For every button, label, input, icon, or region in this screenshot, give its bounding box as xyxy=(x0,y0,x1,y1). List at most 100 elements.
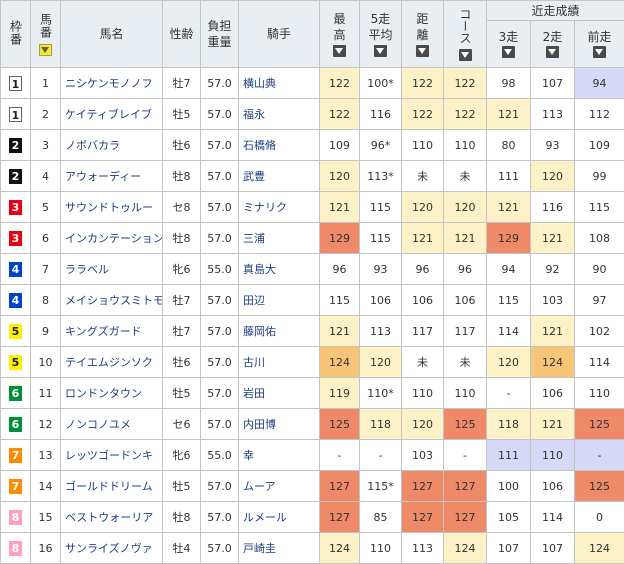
horse-name-link[interactable]: サウンドトゥルー xyxy=(61,192,163,223)
table-row: 3 6 インカンテーション 牡8 57.0 三浦 129 115 121 121… xyxy=(1,223,624,254)
sex-age-cell: 牡5 xyxy=(163,471,201,502)
header-weight: 負担重量 xyxy=(201,1,239,68)
umaban-cell: 13 xyxy=(31,440,61,471)
jockey-link[interactable]: 横山典 xyxy=(239,68,320,99)
avg5-cell: 115 xyxy=(360,192,402,223)
waku-cell: 7 xyxy=(1,471,31,502)
best-cell: 120 xyxy=(320,161,360,192)
horse-name-link[interactable]: メイショウスミトモ xyxy=(61,285,163,316)
sort-down-icon[interactable] xyxy=(374,45,387,57)
weight-cell: 55.0 xyxy=(201,254,239,285)
sort-down-icon[interactable] xyxy=(546,46,559,58)
jockey-link[interactable]: 幸 xyxy=(239,440,320,471)
distance-cell: 110 xyxy=(402,130,444,161)
horse-name-link[interactable]: ゴールドドリーム xyxy=(61,471,163,502)
best-cell: 124 xyxy=(320,533,360,564)
waku-badge: 6 xyxy=(9,417,22,432)
header-distance[interactable]: 距離 xyxy=(402,1,444,68)
waku-cell: 7 xyxy=(1,440,31,471)
horse-name-link[interactable]: ケイティブレイブ xyxy=(61,99,163,130)
sex-age-cell: 牡8 xyxy=(163,161,201,192)
jockey-link[interactable]: 三浦 xyxy=(239,223,320,254)
umaban-cell: 14 xyxy=(31,471,61,502)
horse-name-link[interactable]: ベストウォーリア xyxy=(61,502,163,533)
header-r2[interactable]: 2走 xyxy=(531,21,575,68)
avg5-cell: 120 xyxy=(360,347,402,378)
distance-cell: 120 xyxy=(402,192,444,223)
waku-cell: 5 xyxy=(1,347,31,378)
jockey-link[interactable]: 藤岡佑 xyxy=(239,316,320,347)
r3-cell: 121 xyxy=(487,99,531,130)
r1-cell: 115 xyxy=(575,192,624,223)
horse-name-link[interactable]: キングズガード xyxy=(61,316,163,347)
avg5-cell: 115 xyxy=(360,223,402,254)
waku-cell: 3 xyxy=(1,192,31,223)
jockey-link[interactable]: 戸崎圭 xyxy=(239,533,320,564)
waku-badge: 8 xyxy=(9,510,22,525)
horse-name-link[interactable]: ニシケンモノノフ xyxy=(61,68,163,99)
avg5-cell: 115* xyxy=(360,471,402,502)
r2-cell: 116 xyxy=(531,192,575,223)
r3-cell: 121 xyxy=(487,192,531,223)
umaban-cell: 15 xyxy=(31,502,61,533)
sex-age-cell: 牡7 xyxy=(163,68,201,99)
r1-cell: 110 xyxy=(575,378,624,409)
sex-age-cell: 牡7 xyxy=(163,316,201,347)
jockey-link[interactable]: 福永 xyxy=(239,99,320,130)
jockey-link[interactable]: 武豊 xyxy=(239,161,320,192)
header-course[interactable]: コース xyxy=(444,1,487,68)
r2-cell: 120 xyxy=(531,161,575,192)
course-cell: 117 xyxy=(444,316,487,347)
r1-cell: 97 xyxy=(575,285,624,316)
avg5-cell: 113 xyxy=(360,316,402,347)
horse-name-link[interactable]: ロンドンタウン xyxy=(61,378,163,409)
horse-name-link[interactable]: サンライズノヴァ xyxy=(61,533,163,564)
avg5-cell: 100* xyxy=(360,68,402,99)
sort-down-icon[interactable] xyxy=(416,45,429,57)
jockey-link[interactable]: ルメール xyxy=(239,502,320,533)
sort-down-icon[interactable] xyxy=(333,45,346,57)
horse-name-link[interactable]: アウォーディー xyxy=(61,161,163,192)
jockey-link[interactable]: ミナリク xyxy=(239,192,320,223)
race-table: 枠番 馬番 馬名 性齢 負担重量 騎手 最高 5走平均 距離 コース 近走成績 … xyxy=(0,0,624,564)
avg5-cell: 110* xyxy=(360,378,402,409)
horse-name-link[interactable]: ノボバカラ xyxy=(61,130,163,161)
sort-active-icon[interactable] xyxy=(39,44,52,56)
header-avg5[interactable]: 5走平均 xyxy=(360,1,402,68)
r2-cell: 92 xyxy=(531,254,575,285)
jockey-link[interactable]: ムーア xyxy=(239,471,320,502)
jockey-link[interactable]: 岩田 xyxy=(239,378,320,409)
jockey-link[interactable]: 古川 xyxy=(239,347,320,378)
jockey-link[interactable]: 田辺 xyxy=(239,285,320,316)
sort-down-icon[interactable] xyxy=(502,46,515,58)
umaban-cell: 10 xyxy=(31,347,61,378)
header-best[interactable]: 最高 xyxy=(320,1,360,68)
sex-age-cell: 牡4 xyxy=(163,533,201,564)
best-cell: 96 xyxy=(320,254,360,285)
header-r1[interactable]: 前走 xyxy=(575,21,624,68)
horse-name-link[interactable]: ララベル xyxy=(61,254,163,285)
umaban-cell: 11 xyxy=(31,378,61,409)
distance-cell: 未 xyxy=(402,347,444,378)
best-cell: 122 xyxy=(320,68,360,99)
horse-name-link[interactable]: テイエムジンソク xyxy=(61,347,163,378)
jockey-link[interactable]: 真島大 xyxy=(239,254,320,285)
sex-age-cell: 牡5 xyxy=(163,378,201,409)
r1-cell: 114 xyxy=(575,347,624,378)
sort-down-icon[interactable] xyxy=(593,46,606,58)
horse-name-link[interactable]: レッツゴードンキ xyxy=(61,440,163,471)
sex-age-cell: 牡8 xyxy=(163,223,201,254)
jockey-link[interactable]: 内田博 xyxy=(239,409,320,440)
r1-cell: 108 xyxy=(575,223,624,254)
horse-name-link[interactable]: インカンテーション xyxy=(61,223,163,254)
jockey-link[interactable]: 石橋脩 xyxy=(239,130,320,161)
horse-name-link[interactable]: ノンコノユメ xyxy=(61,409,163,440)
sex-age-cell: 牝6 xyxy=(163,254,201,285)
r2-cell: 103 xyxy=(531,285,575,316)
r3-cell: 114 xyxy=(487,316,531,347)
r3-cell: 80 xyxy=(487,130,531,161)
header-r3[interactable]: 3走 xyxy=(487,21,531,68)
header-umaban[interactable]: 馬番 xyxy=(31,1,61,68)
sex-age-cell: 牝6 xyxy=(163,440,201,471)
sort-down-icon[interactable] xyxy=(459,49,472,61)
